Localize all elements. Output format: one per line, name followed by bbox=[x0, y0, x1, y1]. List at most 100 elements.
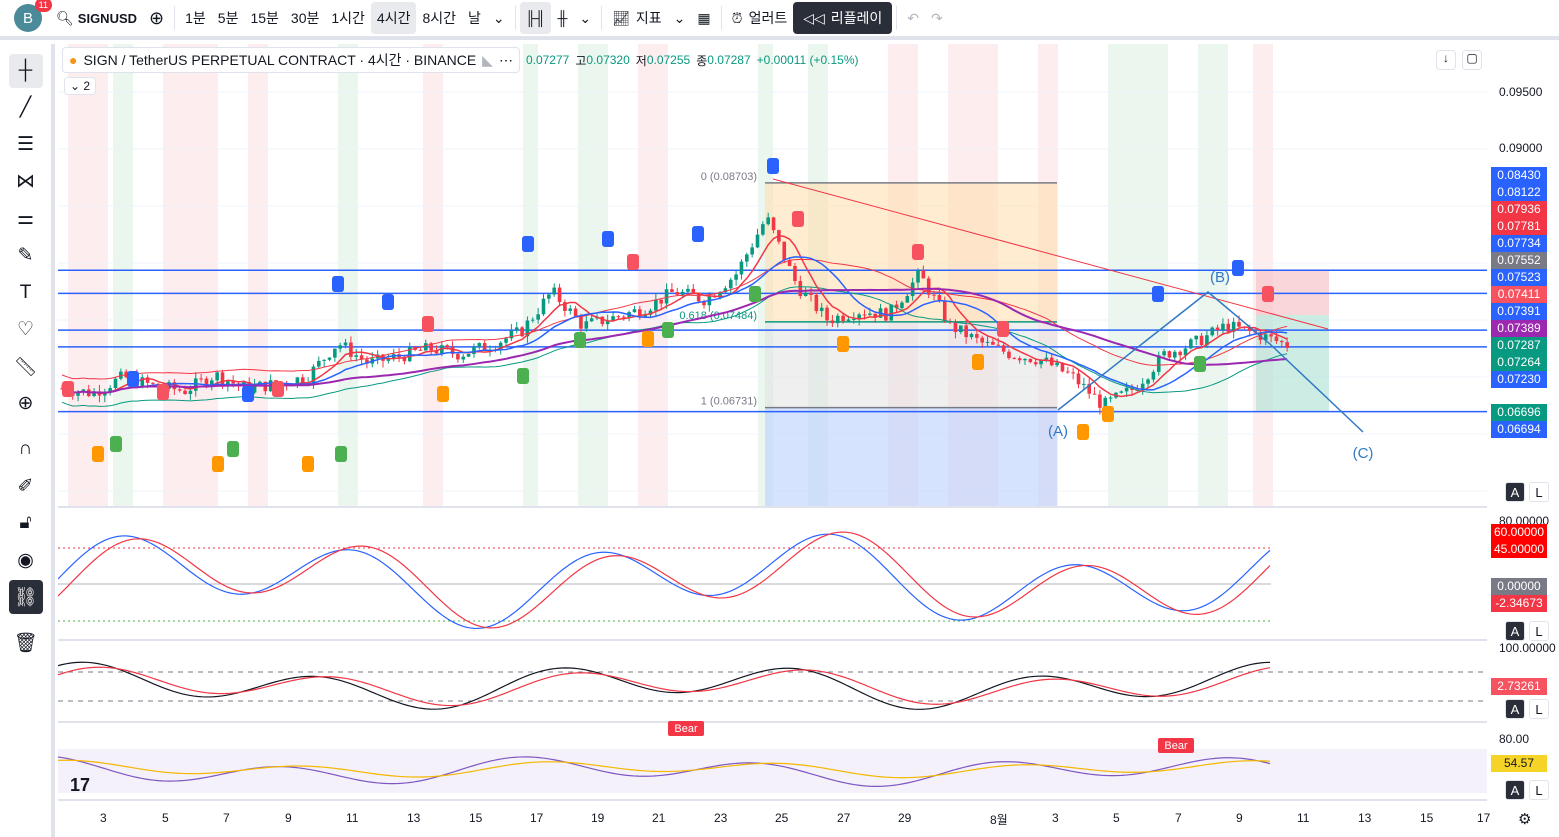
sell-signal-marker bbox=[332, 276, 344, 292]
fullscreen-icon[interactable]: ▢ bbox=[1462, 50, 1482, 70]
redo-button[interactable]: ↷ bbox=[925, 2, 949, 34]
text-tool[interactable]: T bbox=[9, 276, 43, 310]
interval-1[interactable]: 5분 bbox=[212, 2, 245, 34]
signal-band bbox=[163, 44, 218, 507]
bear-marker bbox=[997, 321, 1009, 337]
indicators-button[interactable]: 📈︎ 지표 bbox=[606, 2, 668, 34]
fib-tool[interactable]: ☰ bbox=[9, 128, 43, 162]
interval-2[interactable]: 15분 bbox=[244, 2, 284, 34]
candle-body bbox=[1044, 357, 1049, 360]
candle-body bbox=[600, 316, 605, 325]
candle-body bbox=[1162, 351, 1166, 356]
collapse-indicators-button[interactable]: ⌄ 2 bbox=[64, 77, 97, 95]
candle-body bbox=[996, 344, 1001, 346]
interval-5[interactable]: 4시간 bbox=[370, 2, 417, 34]
candle-body bbox=[841, 315, 845, 322]
interval-3[interactable]: 30분 bbox=[285, 2, 325, 34]
trendline-tool[interactable]: ╱ bbox=[9, 91, 43, 125]
bar-chart-icon: ╫ bbox=[557, 10, 568, 26]
candle-body bbox=[547, 294, 551, 299]
lock-drawing-tool[interactable]: ✐ bbox=[9, 469, 43, 503]
interval-0[interactable]: 1분 bbox=[179, 2, 212, 34]
price-label: 0.06696 bbox=[1491, 404, 1547, 421]
auto-scale-button[interactable]: A bbox=[1505, 699, 1525, 719]
scroll-down-icon[interactable]: ↓ bbox=[1436, 50, 1456, 70]
wave-label: (A) bbox=[1048, 423, 1068, 440]
candle-body bbox=[579, 316, 583, 329]
chart-canvas[interactable]: 0 (0.08703)0.618 (0.07484)1 (0.06731)(A)… bbox=[58, 44, 1487, 837]
forecast-tool[interactable]: ⚌ bbox=[9, 202, 43, 236]
brush-tool[interactable]: ✎ bbox=[9, 239, 43, 273]
magnet-tool[interactable]: ∩ bbox=[9, 432, 43, 466]
more-icon[interactable]: ⋯ bbox=[499, 52, 513, 69]
candle-body bbox=[985, 341, 990, 343]
log-scale-button[interactable]: L bbox=[1529, 621, 1549, 641]
candle-body bbox=[557, 287, 562, 303]
chart-corner-buttons: ↓ ▢ bbox=[1436, 50, 1482, 70]
candle-body bbox=[632, 309, 637, 313]
log-scale-button[interactable]: L bbox=[1529, 482, 1549, 502]
settings-icon[interactable]: ⚙ bbox=[1518, 810, 1531, 828]
divider bbox=[514, 6, 516, 30]
indicators-dropdown[interactable]: ⌄ bbox=[668, 2, 692, 34]
interval-6[interactable]: 8시간 bbox=[416, 2, 462, 34]
chart-type-dropdown[interactable]: ⌄ bbox=[573, 2, 597, 34]
sell-signal-marker bbox=[767, 158, 779, 174]
candle-body bbox=[921, 270, 926, 279]
candle-body bbox=[220, 372, 225, 385]
candle-body bbox=[803, 292, 808, 296]
sync-drawings-tool[interactable]: ⛓ bbox=[8, 580, 43, 614]
time-tick: 17 bbox=[530, 811, 544, 825]
time-tick: 15 bbox=[469, 811, 483, 825]
time-tick: 9 bbox=[285, 811, 292, 825]
symbol-search-button[interactable]: 🔍︎ SIGNUSD bbox=[50, 2, 143, 34]
candle-body bbox=[969, 334, 974, 338]
log-scale-button[interactable]: L bbox=[1529, 780, 1549, 800]
candle-body bbox=[1237, 321, 1241, 327]
flag-icon: ◣ bbox=[482, 51, 493, 68]
fib-zone bbox=[765, 407, 1057, 507]
notification-badge: 11 bbox=[34, 0, 52, 12]
candle-body bbox=[926, 278, 931, 295]
time-tick: 21 bbox=[652, 811, 666, 825]
grid-icon: ▦ bbox=[697, 9, 711, 26]
candle-body bbox=[552, 287, 556, 295]
symbol-legend[interactable]: ● SIGN / TetherUS PERPETUAL CONTRACT · 4시… bbox=[62, 47, 520, 73]
crosshair-tool[interactable]: ┼ bbox=[8, 53, 43, 88]
compare-symbol-button[interactable]: ⊕ bbox=[143, 2, 170, 34]
candle-body bbox=[477, 343, 482, 347]
auto-scale-button[interactable]: A bbox=[1505, 780, 1525, 800]
auto-log-buttons: AL bbox=[1505, 780, 1549, 800]
interval-dropdown[interactable]: ⌄ bbox=[487, 2, 511, 34]
symbol-title: SIGN / TetherUS PERPETUAL CONTRACT · 4시간… bbox=[83, 52, 477, 68]
candle-body bbox=[1280, 341, 1284, 343]
icon-tool[interactable]: ♡ bbox=[9, 313, 43, 347]
delete-tool[interactable]: 🗑︎ bbox=[9, 626, 43, 660]
auto-scale-button[interactable]: A bbox=[1505, 482, 1525, 502]
hide-tool[interactable]: ◉ bbox=[9, 543, 43, 577]
auto-scale-button[interactable]: A bbox=[1505, 621, 1525, 641]
zoom-tool[interactable]: ⊕ bbox=[9, 387, 43, 421]
candle-body bbox=[664, 289, 669, 304]
candle-body bbox=[1023, 358, 1027, 361]
lock-icon: 🔓︎ bbox=[19, 512, 32, 533]
candle-body bbox=[1082, 383, 1086, 385]
interval-7[interactable]: 날 bbox=[462, 2, 487, 34]
pattern-tool[interactable]: ⋈ bbox=[9, 165, 43, 199]
layouts-button[interactable]: ▦ bbox=[691, 2, 716, 34]
lock-all-tool[interactable]: 🔓︎ bbox=[9, 506, 43, 540]
buy-signal-marker bbox=[642, 331, 654, 347]
alerts-button[interactable]: ⏰︎ 얼러트 bbox=[726, 2, 794, 34]
measure-tool[interactable]: 📏︎ bbox=[9, 350, 43, 384]
bars-style-button[interactable]: ╫ bbox=[551, 2, 573, 34]
link-icon: ⛓ bbox=[13, 587, 38, 608]
candle-body bbox=[782, 241, 787, 261]
replay-button[interactable]: ◁◁ 리플레이 bbox=[793, 2, 893, 34]
sell-signal-marker bbox=[1152, 286, 1164, 302]
interval-4[interactable]: 1시간 bbox=[325, 2, 371, 34]
avatar[interactable]: B 11 bbox=[14, 0, 52, 32]
log-scale-button[interactable]: L bbox=[1529, 699, 1549, 719]
undo-button[interactable]: ↶ bbox=[901, 2, 925, 34]
close-label: 종 bbox=[696, 53, 708, 68]
candles-style-button[interactable]: ╟╢ bbox=[519, 2, 552, 34]
